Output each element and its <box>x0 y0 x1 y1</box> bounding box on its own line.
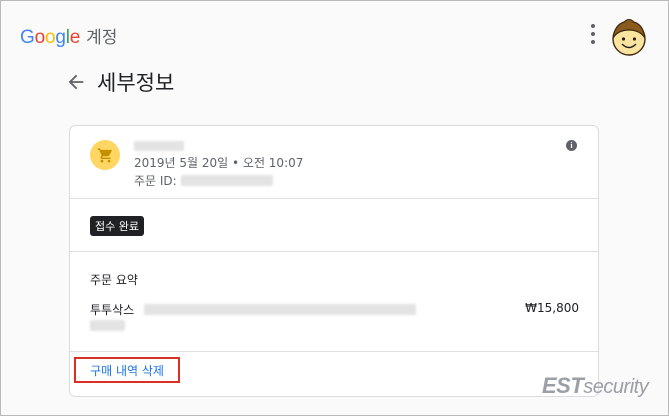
delete-purchase-history-link[interactable]: 구매 내역 삭제 <box>74 357 180 383</box>
google-logo: Google <box>20 27 81 48</box>
order-date: 2019년 5월 20일 • 오전 10:07 <box>134 156 304 170</box>
divider <box>70 251 598 252</box>
page-title: 세부정보 <box>97 71 175 95</box>
info-icon[interactable]: i <box>566 140 577 151</box>
arrow-back-icon[interactable] <box>65 71 87 93</box>
avatar[interactable] <box>610 18 648 56</box>
order-card: 2019년 5월 20일 • 오전 10:07 주문 ID: i 접수 완료 주… <box>69 125 599 397</box>
item-option-redacted <box>90 320 125 331</box>
order-summary-title: 주문 요약 <box>90 273 138 287</box>
shopping-cart-icon <box>90 140 120 170</box>
order-id-label: 주문 ID: <box>134 174 177 188</box>
item-name: 투투삭스 <box>90 301 417 318</box>
status-badge: 접수 완료 <box>90 216 144 236</box>
item-description-redacted <box>144 304 417 315</box>
estsecurity-watermark: ESTsecurity <box>542 373 649 398</box>
divider <box>70 198 598 199</box>
divider <box>70 351 598 352</box>
product-name: 계정 <box>86 28 118 48</box>
google-account-brand[interactable]: Google 계정 <box>20 23 117 49</box>
more-vert-icon[interactable] <box>587 24 599 44</box>
browser-frame: Google 계정 세부정보 2019년 5월 20일 • 오전 10:07 주… <box>0 0 669 416</box>
order-id: 주문 ID: <box>134 172 273 189</box>
merchant-name-redacted <box>134 141 184 151</box>
order-id-redacted <box>180 175 273 186</box>
item-price: ₩15,800 <box>525 301 579 315</box>
